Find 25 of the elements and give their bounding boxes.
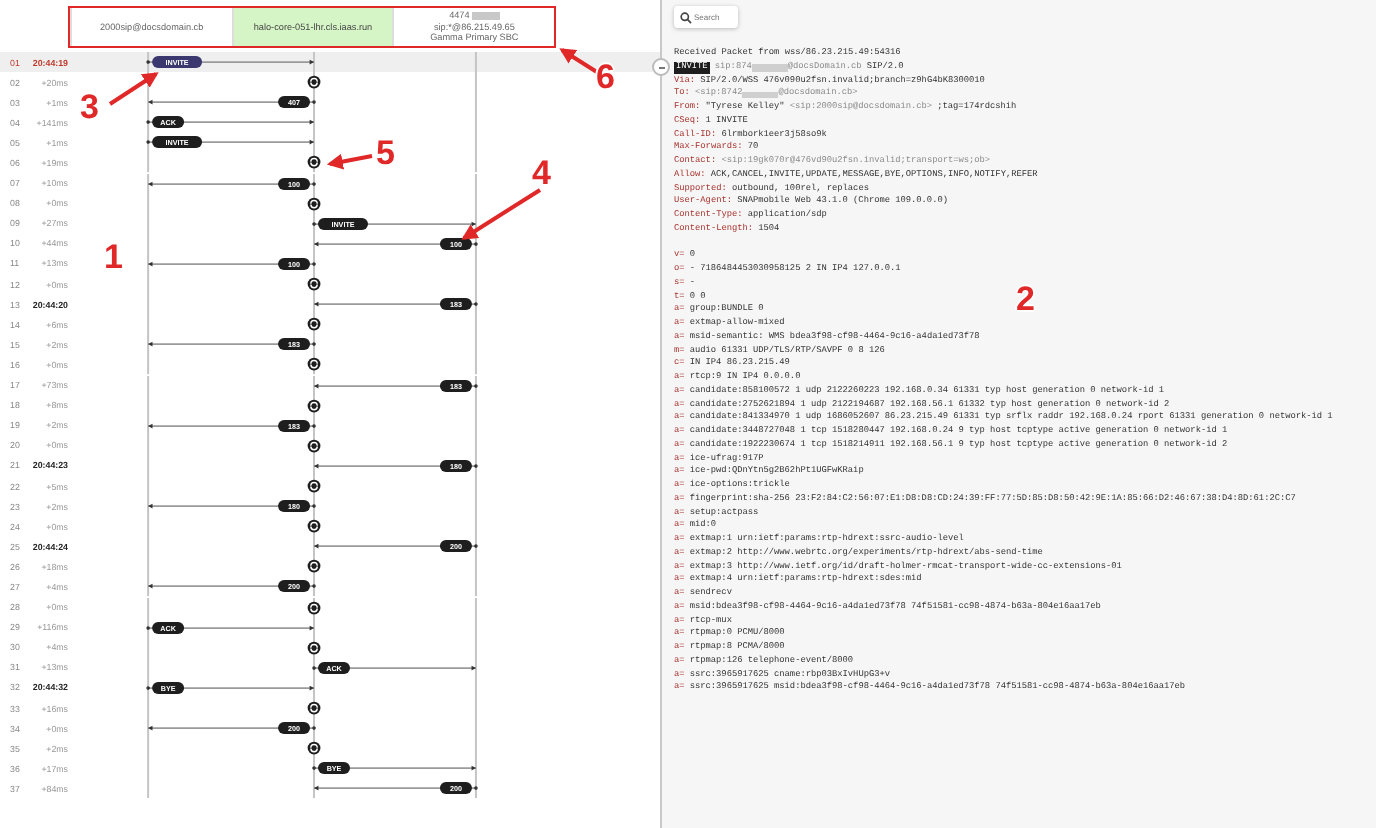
process-icon[interactable]	[307, 358, 321, 372]
process-icon[interactable]	[307, 439, 321, 453]
search-icon	[680, 11, 692, 23]
process-icon[interactable]	[307, 277, 321, 291]
callout-number: 2	[1016, 282, 1035, 316]
redaction-mark	[751, 64, 788, 72]
callout-number: 4	[532, 156, 551, 190]
redaction-mark	[742, 91, 779, 99]
process-icon[interactable]	[307, 156, 321, 170]
process-icon[interactable]	[307, 479, 321, 493]
process-icon[interactable]	[307, 520, 321, 533]
process-icon[interactable]	[307, 641, 321, 654]
callout-number: 1	[104, 240, 123, 274]
process-icon[interactable]	[307, 701, 321, 715]
process-icon[interactable]	[307, 398, 321, 412]
process-icon[interactable]	[307, 742, 321, 755]
collapse-handle[interactable]	[652, 58, 670, 76]
process-icon[interactable]	[307, 600, 321, 614]
callout-number: 5	[376, 136, 395, 170]
minus-icon	[655, 61, 667, 73]
callout-number: 3	[80, 90, 99, 124]
process-icon[interactable]	[307, 318, 321, 331]
process-icon[interactable]	[307, 560, 321, 574]
process-icon[interactable]	[307, 197, 321, 210]
process-icon[interactable]	[307, 75, 321, 89]
